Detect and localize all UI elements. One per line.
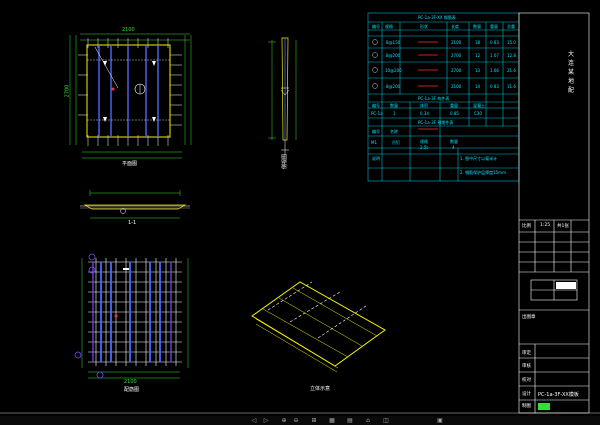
fit-button[interactable]: ⊞ <box>310 417 318 424</box>
print-button[interactable]: ▤ <box>346 417 354 424</box>
view-button[interactable]: ◫ <box>382 417 390 424</box>
section-1-1 <box>80 190 190 219</box>
table-cell: 吊钉 <box>392 140 400 145</box>
plan-dim-left: 2700 <box>64 84 71 98</box>
title-row-label-5: 比例 <box>522 224 531 229</box>
zoom-out-button[interactable]: ⊖ <box>292 417 300 424</box>
title-row-label-3: 设计 <box>522 392 531 397</box>
table-cell: M1 <box>371 140 377 145</box>
table-header-2-3: 重量 <box>450 103 458 108</box>
table-title-3: PC-1a-3F 预埋件表 <box>418 120 454 125</box>
table-cell: 2700 <box>451 53 462 58</box>
table-header-3-1: 名称 <box>390 129 398 134</box>
table-cell: 2100 <box>451 84 462 89</box>
table-cell: 2100 <box>451 40 462 45</box>
table-cell: 8@150 <box>386 40 401 45</box>
table-header-1-5: 重量 <box>490 24 498 29</box>
title-row-label-4: 制图 <box>522 404 531 409</box>
home-button[interactable]: ⌂ <box>364 417 372 424</box>
table-cell: 8@200 <box>386 53 401 58</box>
table-title-2: PC-1a-3F 构件表 <box>418 96 450 101</box>
prev-button[interactable]: ◁ <box>250 417 258 424</box>
side-section-view <box>268 37 297 155</box>
project-name: 大 连 某 地 配 <box>568 51 575 94</box>
plan-view-top <box>69 33 192 159</box>
table-header-2-4: 混凝土 <box>473 103 485 108</box>
table-header-1-3: 长度 <box>451 24 459 29</box>
table-cell: 0.83 <box>490 84 499 89</box>
table-title-1: PC-1a-3F-XX 钢筋表 <box>418 15 456 20</box>
title-row-label-0: 审定 <box>522 351 531 356</box>
table-header-1-0: 编号 <box>372 24 380 29</box>
table-note-1: 2. 钢筋保护层厚度15mm <box>460 170 506 175</box>
table-cell: 18 <box>475 40 481 45</box>
table-cell: 1.07 <box>490 53 499 58</box>
table-cell: 11.6 <box>507 84 516 89</box>
table-cell: C30 <box>474 111 482 116</box>
table-cell: 12 <box>475 53 481 58</box>
plan-dim-bottom: 2100 <box>122 27 135 33</box>
table-cell: 21.6 <box>507 68 516 73</box>
table-cell: 13 <box>475 68 481 73</box>
table-cell: 0.85 <box>450 111 459 116</box>
table-header-2-2: 体积 <box>420 103 428 108</box>
table-header-2-1: 数量 <box>390 103 398 108</box>
scale-value: 1:25 <box>540 223 551 228</box>
drawing-name: PC-1a-3F-XX模板 <box>538 392 579 398</box>
isometric-view <box>251 281 386 373</box>
status-mark <box>538 403 550 410</box>
table-header-2-0: 编号 <box>372 103 380 108</box>
table-cell: 0.83 <box>490 40 499 45</box>
stamp-label: 出图章 <box>522 315 536 320</box>
table-cell: 10@200 <box>385 68 402 73</box>
side-view-title: 侧视图 <box>282 153 289 170</box>
table-header-1-6: 总重 <box>507 24 515 29</box>
table-cell: 15.0 <box>507 40 516 45</box>
plan-view-title: 平面图 <box>122 161 138 167</box>
bottom-toolbar: ◁ ▷ ⊕ ⊖ ⊞ ▦ ▤ ⌂ ◫ ▣ <box>0 416 600 425</box>
title-row-label-1: 审核 <box>522 364 531 369</box>
table-title-4: 说明 <box>372 156 380 161</box>
rebar-dim-bottom: 2100 <box>124 379 137 385</box>
cad-drawing <box>0 12 600 414</box>
title-row-label-2: 校对 <box>522 378 531 383</box>
next-button[interactable]: ▷ <box>262 417 270 424</box>
rebar-plan-view <box>74 253 189 379</box>
table-header-1-2: 形状 <box>420 24 428 29</box>
table-cell: 1.66 <box>490 68 499 73</box>
table-header-1-1: 规格 <box>385 24 393 29</box>
table-cell: 4 <box>452 145 455 150</box>
table-cell: 2.5t <box>420 145 428 150</box>
table-cell: 2700 <box>451 68 462 73</box>
zoom-in-button[interactable]: ⊕ <box>280 417 288 424</box>
settings-button[interactable]: ▣ <box>436 417 444 424</box>
rebar-view-title: 配筋图 <box>124 387 140 393</box>
table-header-1-4: 数量 <box>473 24 481 29</box>
table-cell: 12.8 <box>507 53 516 58</box>
table-note-0: 1. 图中尺寸以毫米计 <box>460 156 498 161</box>
table-cell: 8@200 <box>386 84 401 89</box>
layers-button[interactable]: ▦ <box>328 417 336 424</box>
section-title: 1-1 <box>128 220 137 226</box>
table-header-3-0: 编号 <box>372 129 380 134</box>
table-cell: 0.34 <box>420 111 429 116</box>
stamp-fill <box>556 282 576 289</box>
table-cell: 1 <box>393 111 396 116</box>
table-cell: 14 <box>475 84 481 89</box>
table-cell: PC-1a <box>371 111 383 116</box>
iso-view-title: 立体示意 <box>310 386 331 392</box>
sheet-count: 共1张 <box>557 224 569 229</box>
